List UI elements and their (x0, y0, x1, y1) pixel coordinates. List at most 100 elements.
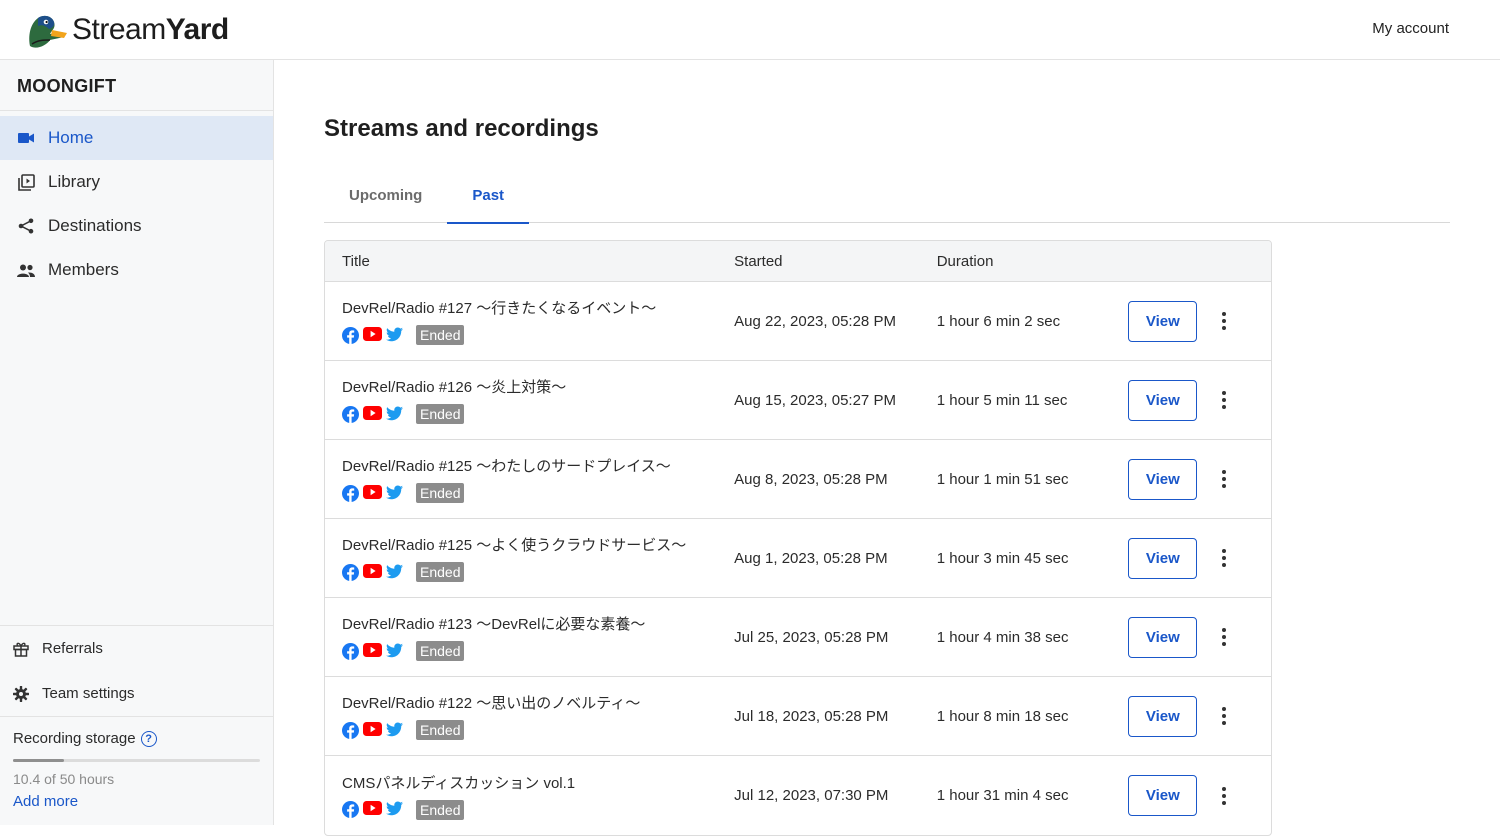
youtube-icon (363, 563, 382, 581)
team-settings-label: Team settings (42, 685, 135, 702)
members-icon (17, 261, 35, 279)
table-row: DevRel/Radio #125 〜わたしのサードプレイス〜 Ended Au… (325, 440, 1271, 519)
sidebar-item-members[interactable]: Members (0, 248, 273, 292)
tab-past[interactable]: Past (447, 182, 529, 224)
status-badge: Ended (416, 404, 465, 424)
team-settings-link[interactable]: Team settings (0, 671, 273, 716)
actions-cell: View (1126, 379, 1271, 421)
more-options-icon[interactable] (1209, 306, 1239, 336)
sidebar-footer: Referrals Team settings Recording storag… (0, 625, 273, 826)
sidebar-item-home[interactable]: Home (0, 116, 273, 160)
sidebar: MOONGIFT Home Library Destinations Membe… (0, 60, 274, 825)
started-cell: Jul 18, 2023, 05:28 PM (734, 707, 889, 725)
add-more-link[interactable]: Add more (13, 793, 261, 810)
more-options-icon[interactable] (1209, 622, 1239, 652)
column-header-duration: Duration (936, 252, 994, 270)
storage-progress-fill (13, 759, 65, 762)
streams-table: Title Started Duration DevRel/Radio #127… (324, 240, 1272, 836)
more-options-icon[interactable] (1209, 781, 1239, 811)
view-button[interactable]: View (1128, 775, 1198, 816)
twitter-icon (386, 484, 403, 502)
more-options-icon[interactable] (1209, 464, 1239, 494)
storage-title-text: Recording storage (13, 730, 136, 747)
facebook-icon (342, 801, 359, 818)
stream-title: DevRel/Radio #123 〜DevRelに必要な素養〜 (342, 616, 646, 633)
stream-meta: Ended (342, 720, 734, 740)
duration-cell: 1 hour 31 min 4 sec (936, 787, 1069, 804)
column-header-started: Started (734, 252, 783, 270)
brand-name: StreamYard (72, 13, 229, 46)
storage-usage: 10.4 of 50 hours (13, 771, 115, 787)
started-cell: Aug 15, 2023, 05:27 PM (734, 391, 896, 409)
stream-title-cell: DevRel/Radio #125 〜わたしのサードプレイス〜 Ended (325, 455, 734, 503)
started-cell: Aug 22, 2023, 05:28 PM (734, 312, 896, 330)
facebook-icon (342, 721, 359, 739)
youtube-icon (363, 405, 382, 423)
started-cell: Aug 8, 2023, 05:28 PM (734, 470, 888, 488)
stream-meta: Ended (342, 562, 734, 582)
view-button[interactable]: View (1128, 695, 1198, 737)
more-options-icon[interactable] (1209, 543, 1239, 573)
view-button[interactable]: View (1128, 379, 1198, 421)
table-row: DevRel/Radio #125 〜よく使うクラウドサービス〜 Ended A… (325, 519, 1271, 598)
status-badge: Ended (416, 562, 465, 582)
status-badge: Ended (416, 483, 465, 503)
stream-title-cell: CMSパネルディスカッション vol.1 Ended (325, 772, 734, 820)
stream-title-cell: DevRel/Radio #125 〜よく使うクラウドサービス〜 Ended (325, 534, 734, 582)
view-button[interactable]: View (1128, 537, 1198, 579)
actions-cell: View (1126, 695, 1271, 737)
storage-progress-bar (13, 759, 260, 762)
storage-title: Recording storage ? (13, 730, 261, 747)
facebook-icon (342, 405, 359, 423)
tab-bar: Upcoming Past (324, 182, 1450, 224)
status-badge: Ended (416, 325, 465, 345)
stream-title-cell: DevRel/Radio #123 〜DevRelに必要な素養〜 Ended (325, 613, 734, 661)
tab-upcoming[interactable]: Upcoming (324, 182, 447, 223)
sidebar-nav: Home Library Destinations Members (0, 116, 273, 292)
stream-title: DevRel/Radio #127 〜行きたくなるイベント〜 (342, 300, 657, 317)
stream-title-cell: DevRel/Radio #122 〜思い出のノベルティ〜 Ended (325, 692, 734, 740)
stream-title-cell: DevRel/Radio #126 〜炎上対策〜 Ended (325, 376, 734, 424)
help-icon[interactable]: ? (140, 730, 157, 747)
duration-cell: 1 hour 4 min 38 sec (936, 628, 1069, 646)
status-badge: Ended (416, 720, 465, 740)
started-cell: Jul 12, 2023, 07:30 PM (734, 787, 889, 804)
twitter-icon (386, 405, 403, 423)
twitter-icon (386, 326, 403, 344)
team-name[interactable]: MOONGIFT (0, 60, 273, 111)
youtube-icon (363, 642, 382, 660)
duration-cell: 1 hour 5 min 11 sec (936, 391, 1068, 409)
twitter-icon (386, 642, 403, 660)
twitter-icon (386, 563, 403, 581)
view-button[interactable]: View (1128, 616, 1198, 658)
started-cell: Aug 1, 2023, 05:28 PM (734, 549, 888, 567)
started-cell: Jul 25, 2023, 05:28 PM (734, 628, 889, 646)
stream-title: DevRel/Radio #122 〜思い出のノベルティ〜 (342, 695, 641, 712)
top-bar: StreamYard My account (0, 0, 1500, 60)
actions-cell: View (1126, 537, 1271, 579)
sidebar-item-label: Members (48, 260, 119, 279)
main-content: Streams and recordings Upcoming Past Tit… (274, 60, 1500, 836)
referrals-link[interactable]: Referrals (0, 626, 273, 671)
stream-meta: Ended (342, 641, 734, 661)
facebook-icon (342, 484, 359, 502)
more-options-icon[interactable] (1209, 701, 1239, 731)
youtube-icon (363, 721, 382, 739)
duration-cell: 1 hour 3 min 45 sec (936, 549, 1069, 567)
gift-icon (12, 640, 30, 658)
table-header: Title Started Duration (325, 241, 1271, 282)
more-options-icon[interactable] (1209, 385, 1239, 415)
duck-logo-icon (29, 15, 67, 48)
sidebar-item-library[interactable]: Library (0, 160, 273, 204)
actions-cell: View (1126, 775, 1271, 816)
sidebar-item-destinations[interactable]: Destinations (0, 204, 273, 248)
column-header-title: Title (342, 252, 370, 270)
view-button[interactable]: View (1128, 458, 1198, 500)
view-button[interactable]: View (1128, 300, 1198, 342)
my-account-link[interactable]: My account (1372, 20, 1449, 37)
actions-cell: View (1126, 616, 1271, 658)
stream-title: DevRel/Radio #125 〜よく使うクラウドサービス〜 (342, 537, 687, 554)
page-title: Streams and recordings (324, 115, 599, 142)
streamyard-logo[interactable]: StreamYard (24, 10, 229, 50)
twitter-icon (386, 801, 403, 818)
